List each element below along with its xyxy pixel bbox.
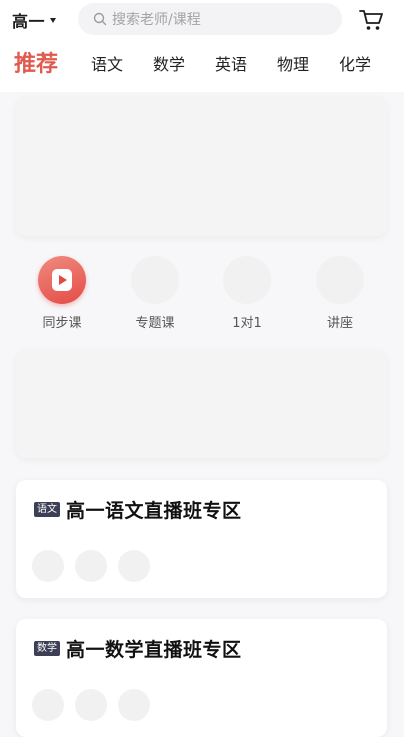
nav-icon-circle	[38, 256, 86, 304]
banner-placeholder[interactable]	[16, 97, 387, 236]
teacher-avatar[interactable]	[32, 689, 64, 721]
section-title: 高一数学直播班专区	[66, 639, 242, 661]
nav-icon-placeholder	[131, 256, 179, 304]
teacher-avatar[interactable]	[118, 689, 150, 721]
nav-icon-placeholder	[316, 256, 364, 304]
nav-label: 专题课	[135, 316, 175, 331]
tab-chemistry[interactable]: 化学	[339, 40, 371, 92]
play-video-icon	[52, 269, 72, 291]
section-card-chinese[interactable]: 语文 高一语文直播班专区	[16, 480, 387, 598]
tab-physics[interactable]: 物理	[277, 40, 309, 92]
caret-down-icon	[50, 17, 57, 23]
search-input[interactable]: 搜索老师/课程	[78, 3, 342, 35]
nav-item-lecture[interactable]: 讲座	[300, 252, 380, 334]
section-header: 语文 高一语文直播班专区	[34, 496, 242, 523]
teacher-avatar[interactable]	[118, 550, 150, 582]
search-placeholder: 搜索老师/课程	[112, 12, 201, 28]
section-title: 高一语文直播班专区	[66, 500, 242, 522]
top-bar: 高一 搜索老师/课程	[0, 0, 404, 40]
teacher-avatar[interactable]	[75, 550, 107, 582]
shopping-cart-icon[interactable]	[358, 8, 384, 32]
teacher-avatar[interactable]	[32, 550, 64, 582]
tab-recommend[interactable]: 推荐	[14, 40, 58, 92]
tab-math[interactable]: 数学	[153, 40, 185, 92]
nav-item-topic-course[interactable]: 专题课	[115, 252, 195, 334]
grade-label: 高一	[12, 12, 46, 31]
teacher-avatar[interactable]	[75, 689, 107, 721]
nav-icon-placeholder	[223, 256, 271, 304]
quick-nav: 同步课 专题课 1对1 讲座	[0, 252, 404, 334]
subject-tabs: 推荐 语文 数学 英语 物理 化学	[0, 40, 404, 92]
promo-placeholder[interactable]	[16, 350, 387, 458]
grade-selector[interactable]: 高一	[12, 9, 57, 31]
search-icon	[93, 12, 107, 26]
nav-label: 同步课	[42, 316, 82, 331]
subject-tag: 数学	[34, 641, 60, 656]
nav-item-one-on-one[interactable]: 1对1	[207, 252, 287, 334]
tab-chinese[interactable]: 语文	[91, 40, 123, 92]
nav-item-sync-course[interactable]: 同步课	[22, 252, 102, 334]
tab-english[interactable]: 英语	[215, 40, 247, 92]
nav-label: 讲座	[326, 316, 353, 331]
section-card-math[interactable]: 数学 高一数学直播班专区	[16, 619, 387, 737]
subject-tag: 语文	[34, 502, 60, 517]
section-header: 数学 高一数学直播班专区	[34, 635, 242, 662]
nav-label: 1对1	[232, 316, 262, 331]
